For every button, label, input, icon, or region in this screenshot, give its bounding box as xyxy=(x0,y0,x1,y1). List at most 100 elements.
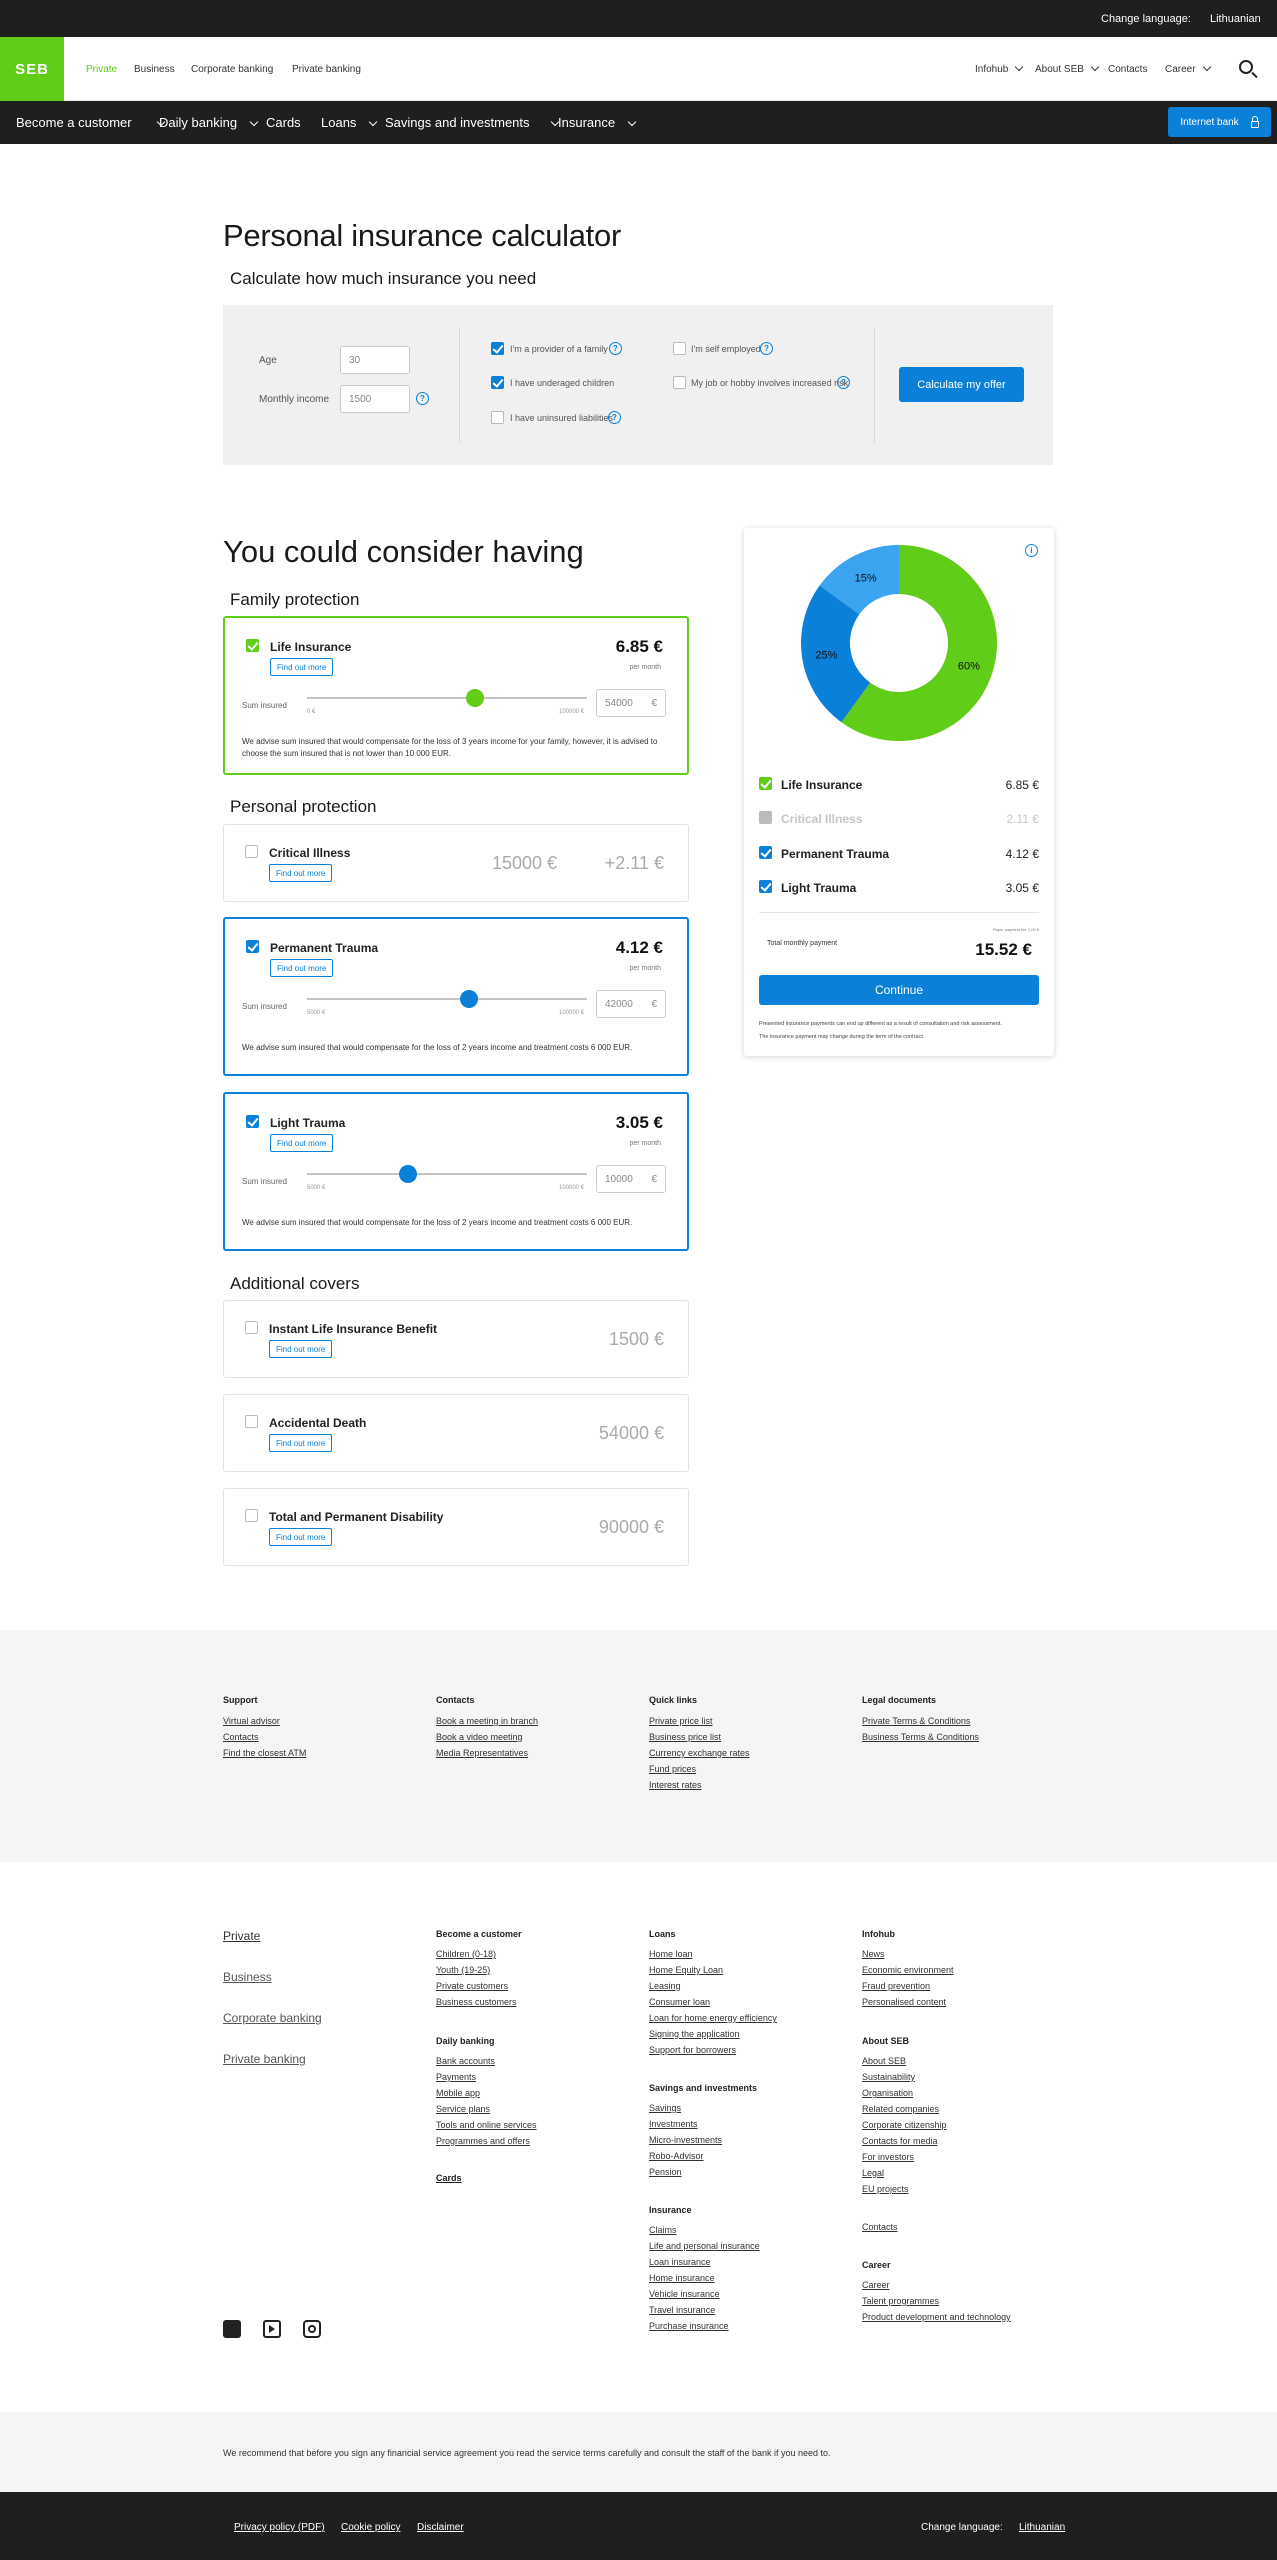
age-input[interactable]: 30 xyxy=(340,346,410,374)
sitemap-link[interactable]: Micro-investments xyxy=(649,2135,722,2145)
sitemap-link[interactable]: Mobile app xyxy=(436,2088,480,2098)
find-out-more-button[interactable]: Find out more xyxy=(269,1528,333,1546)
summary-checkbox[interactable] xyxy=(759,777,772,790)
nav-contacts[interactable]: Contacts xyxy=(1108,64,1147,75)
sitemap-link[interactable]: Travel insurance xyxy=(649,2305,715,2315)
trauma-slider-track[interactable] xyxy=(307,998,587,1000)
life-slider-track[interactable] xyxy=(307,697,587,699)
help-icon[interactable]: ? xyxy=(609,342,622,355)
segment-link[interactable]: Business xyxy=(223,1970,272,1984)
help-icon[interactable]: ? xyxy=(760,342,773,355)
sitemap-link[interactable]: Economic environment xyxy=(862,1965,954,1975)
internet-bank-button[interactable]: Internet bank xyxy=(1168,107,1271,137)
sitemap-link[interactable]: Payments xyxy=(436,2072,476,2082)
footer-link[interactable]: Fund prices xyxy=(649,1764,696,1774)
search-icon[interactable] xyxy=(1239,60,1253,74)
find-out-more-button[interactable]: Find out more xyxy=(270,658,334,676)
find-out-more-button[interactable]: Find out more xyxy=(270,959,334,977)
trauma-slider-handle[interactable] xyxy=(460,990,479,1008)
continue-button[interactable]: Continue xyxy=(759,975,1039,1005)
disclaimer-link[interactable]: Disclaimer xyxy=(417,2522,464,2533)
sitemap-link-contacts[interactable]: Contacts xyxy=(862,2222,898,2232)
sitemap-link[interactable]: Leasing xyxy=(649,1981,681,1991)
sitemap-link[interactable]: Bank accounts xyxy=(436,2056,495,2066)
footer-link[interactable]: Book a meeting in branch xyxy=(436,1716,538,1726)
sitemap-link[interactable]: Investments xyxy=(649,2119,698,2129)
sitemap-link[interactable]: Consumer loan xyxy=(649,1997,710,2007)
additional-cover-checkbox[interactable] xyxy=(245,1509,258,1522)
life-slider-handle[interactable] xyxy=(466,689,484,707)
summary-checkbox[interactable] xyxy=(759,846,772,859)
sitemap-link[interactable]: About SEB xyxy=(862,2056,906,2066)
find-out-more-button[interactable]: Find out more xyxy=(269,1340,333,1358)
sitemap-link[interactable]: Home Equity Loan xyxy=(649,1965,723,1975)
permanent-trauma-checkbox[interactable] xyxy=(246,940,259,953)
sitemap-link[interactable]: Children (0-18) xyxy=(436,1949,496,1959)
sitemap-link[interactable]: Robo-Advisor xyxy=(649,2151,704,2161)
sitemap-link[interactable]: Purchase insurance xyxy=(649,2321,729,2331)
footer-link[interactable]: Find the closest ATM xyxy=(223,1748,306,1758)
seb-logo[interactable]: SEB xyxy=(0,37,64,101)
sitemap-link[interactable]: Loan for home energy efficiency xyxy=(649,2013,777,2023)
life-insurance-checkbox[interactable] xyxy=(246,639,259,652)
find-out-more-button[interactable]: Find out more xyxy=(269,864,333,882)
footer-link[interactable]: Book a video meeting xyxy=(436,1732,523,1742)
sitemap-link[interactable]: Talent programmes xyxy=(862,2296,939,2306)
subnav-cards[interactable]: Cards xyxy=(266,115,301,130)
sitemap-link[interactable]: Related companies xyxy=(862,2104,939,2114)
sitemap-link[interactable]: Organisation xyxy=(862,2088,913,2098)
sitemap-link[interactable]: Youth (19-25) xyxy=(436,1965,490,1975)
sitemap-link[interactable]: Signing the application xyxy=(649,2029,740,2039)
family-provider-checkbox[interactable] xyxy=(491,342,504,355)
summary-checkbox[interactable] xyxy=(759,880,772,893)
subnav-loans[interactable]: Loans xyxy=(321,115,378,130)
sitemap-link[interactable]: Private customers xyxy=(436,1981,508,1991)
segment-link[interactable]: Private banking xyxy=(223,2052,306,2066)
trauma-sum-input[interactable]: 42000 € xyxy=(596,990,666,1018)
sitemap-link[interactable]: Sustainability xyxy=(862,2072,915,2082)
sitemap-link[interactable]: Support for borrowers xyxy=(649,2045,736,2055)
footer-link[interactable]: Business price list xyxy=(649,1732,721,1742)
light-trauma-checkbox[interactable] xyxy=(246,1115,259,1128)
footer-link[interactable]: Business Terms & Conditions xyxy=(862,1732,979,1742)
segment-link[interactable]: Corporate banking xyxy=(223,2011,322,2025)
help-icon[interactable]: ? xyxy=(837,376,850,389)
segment-link[interactable]: Private xyxy=(223,1929,260,1943)
nav-infohub[interactable]: Infohub xyxy=(975,62,1024,75)
footer-link[interactable]: Interest rates xyxy=(649,1780,702,1790)
light-slider-track[interactable] xyxy=(307,1173,587,1175)
summary-checkbox[interactable] xyxy=(759,811,772,824)
subnav-daily-banking[interactable]: Daily banking xyxy=(159,115,259,130)
footer-link[interactable]: Currency exchange rates xyxy=(649,1748,750,1758)
subnav-insurance[interactable]: Insurance xyxy=(558,115,637,130)
sitemap-link[interactable]: Fraud prevention xyxy=(862,1981,930,1991)
light-sum-input[interactable]: 10000 € xyxy=(596,1165,666,1193)
sitemap-link[interactable]: Vehicle insurance xyxy=(649,2289,720,2299)
nav-private[interactable]: Private xyxy=(86,64,117,75)
language-link[interactable]: Lithuanian xyxy=(1019,2522,1065,2533)
calculate-offer-button[interactable]: Calculate my offer xyxy=(899,367,1024,402)
nav-career[interactable]: Career xyxy=(1165,62,1211,75)
sitemap-link[interactable]: Career xyxy=(862,2280,890,2290)
footer-link[interactable]: Media Representatives xyxy=(436,1748,528,1758)
light-slider-handle[interactable] xyxy=(398,1165,417,1183)
sitemap-link[interactable]: Claims xyxy=(649,2225,677,2235)
additional-cover-checkbox[interactable] xyxy=(245,1321,258,1334)
subnav-become-customer[interactable]: Become a customer xyxy=(16,115,165,130)
footer-link[interactable]: Virtual advisor xyxy=(223,1716,280,1726)
facebook-icon[interactable] xyxy=(223,2320,241,2338)
footer-link[interactable]: Private price list xyxy=(649,1716,713,1726)
sitemap-link[interactable]: Product development and technology xyxy=(862,2312,1011,2322)
sitemap-link[interactable]: Home insurance xyxy=(649,2273,715,2283)
help-icon[interactable]: ? xyxy=(416,392,429,405)
cookie-policy-link[interactable]: Cookie policy xyxy=(341,2522,400,2533)
sitemap-link[interactable]: Legal xyxy=(862,2168,884,2178)
instagram-icon[interactable] xyxy=(303,2320,321,2338)
income-input[interactable]: 1500 xyxy=(340,385,410,413)
critical-illness-checkbox[interactable] xyxy=(245,845,258,858)
liabilities-checkbox[interactable] xyxy=(491,411,504,424)
nav-corporate-banking[interactable]: Corporate banking xyxy=(191,64,273,75)
children-checkbox[interactable] xyxy=(491,376,504,389)
nav-business[interactable]: Business xyxy=(134,64,175,75)
self-employed-checkbox[interactable] xyxy=(673,342,686,355)
